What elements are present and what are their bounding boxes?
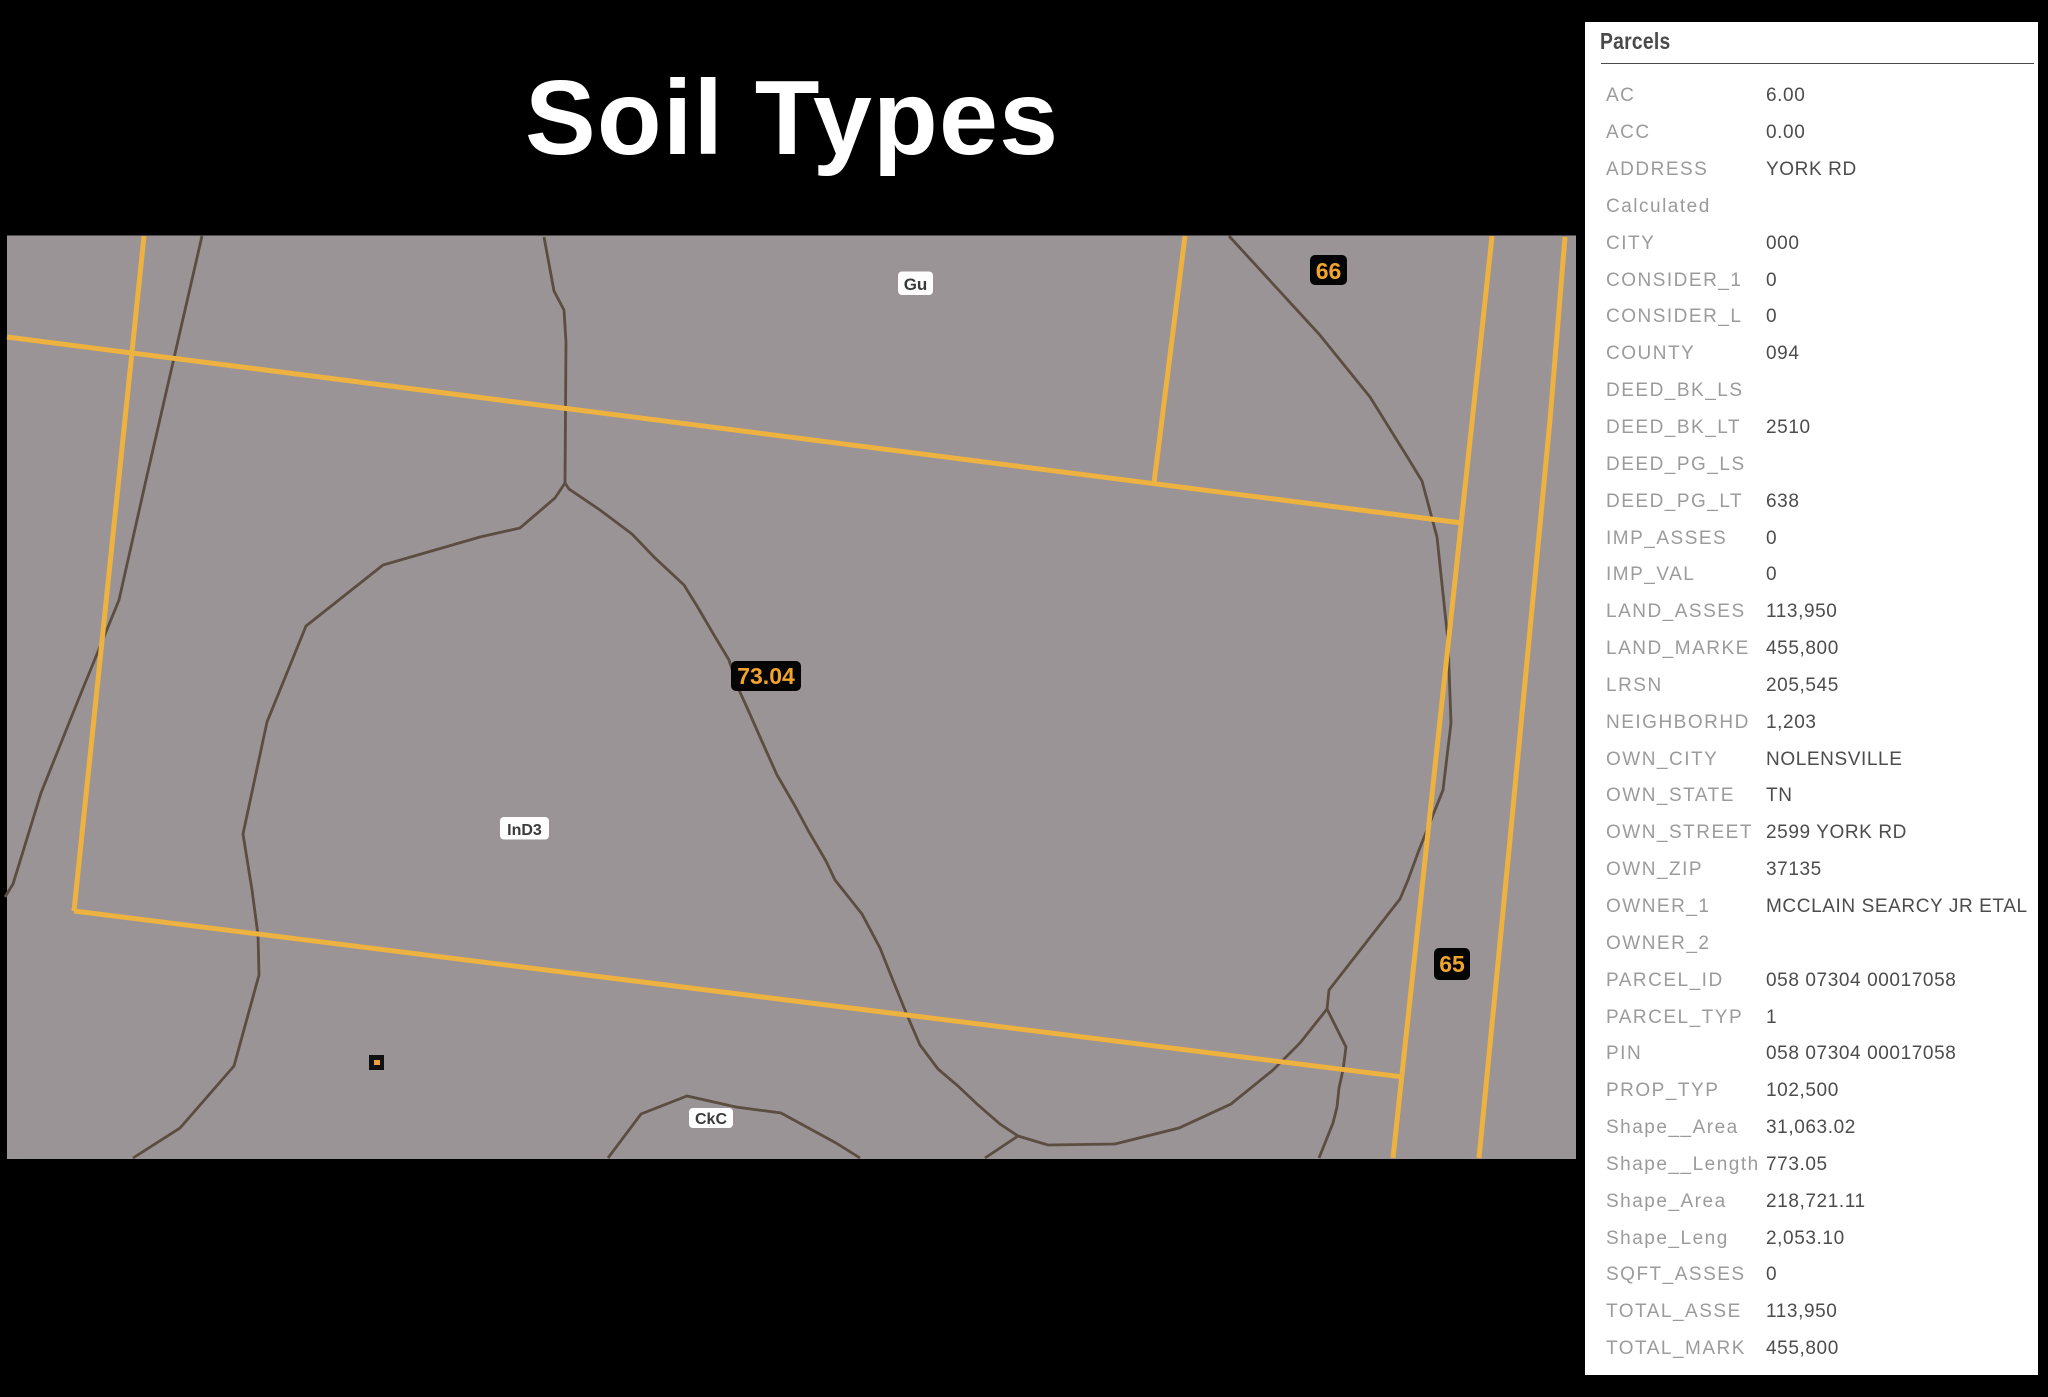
svg-text:CkC: CkC — [695, 1111, 727, 1128]
svg-text:InD3: InD3 — [507, 822, 542, 839]
svg-text:66: 66 — [1316, 258, 1342, 284]
svg-text:65: 65 — [1439, 951, 1465, 977]
svg-text:Gu: Gu — [904, 275, 928, 294]
svg-text:73.04: 73.04 — [737, 663, 795, 689]
